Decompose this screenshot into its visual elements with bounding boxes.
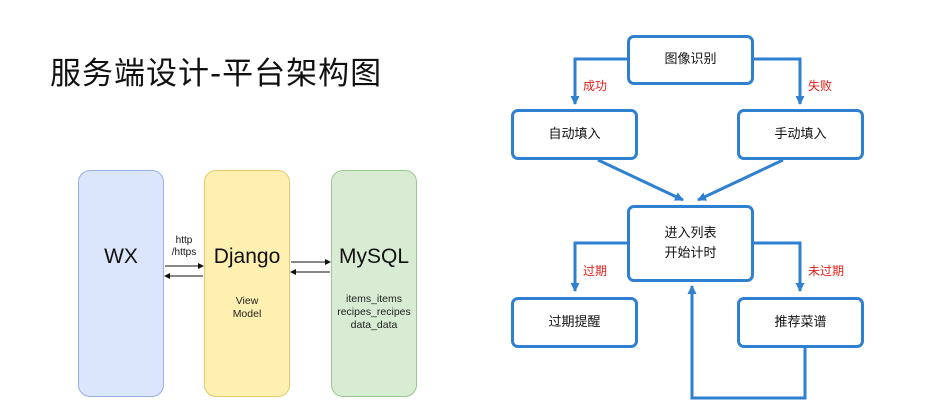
manual-fill-node: 手动填入 xyxy=(737,109,864,160)
enter-list-node: 进入列表 开始计时 xyxy=(627,205,754,282)
arrow-manual-to-list xyxy=(697,158,784,202)
image-recognition-node: 图像识别 xyxy=(627,35,754,85)
auto-fill-label: 自动填入 xyxy=(548,126,601,142)
recommend-recipes-node: 推荐菜谱 xyxy=(737,297,864,348)
edge-label-fail: 失败 xyxy=(808,79,833,93)
expired-reminder-node: 过期提醒 xyxy=(511,297,638,348)
image-recognition-label: 图像识别 xyxy=(664,52,717,67)
enter-list-label: 进入列表 xyxy=(664,225,717,241)
edge-label-expired: 过期 xyxy=(583,264,608,278)
arrow-auto-to-list xyxy=(597,158,684,202)
edge-label-success: 成功 xyxy=(583,79,608,93)
arrow-recognition-to-manual xyxy=(753,57,805,105)
expired-reminder-label: 过期提醒 xyxy=(548,314,601,330)
recommend-recipes-label: 推荐菜谱 xyxy=(774,314,827,330)
arrow-list-to-recipes xyxy=(753,241,805,292)
manual-fill-label: 手动填入 xyxy=(774,126,827,142)
edge-label-not-expired: 未过期 xyxy=(808,264,845,278)
auto-fill-node: 自动填入 xyxy=(511,109,638,160)
connector-layer xyxy=(164,57,807,400)
start-timer-label: 开始计时 xyxy=(664,245,717,261)
